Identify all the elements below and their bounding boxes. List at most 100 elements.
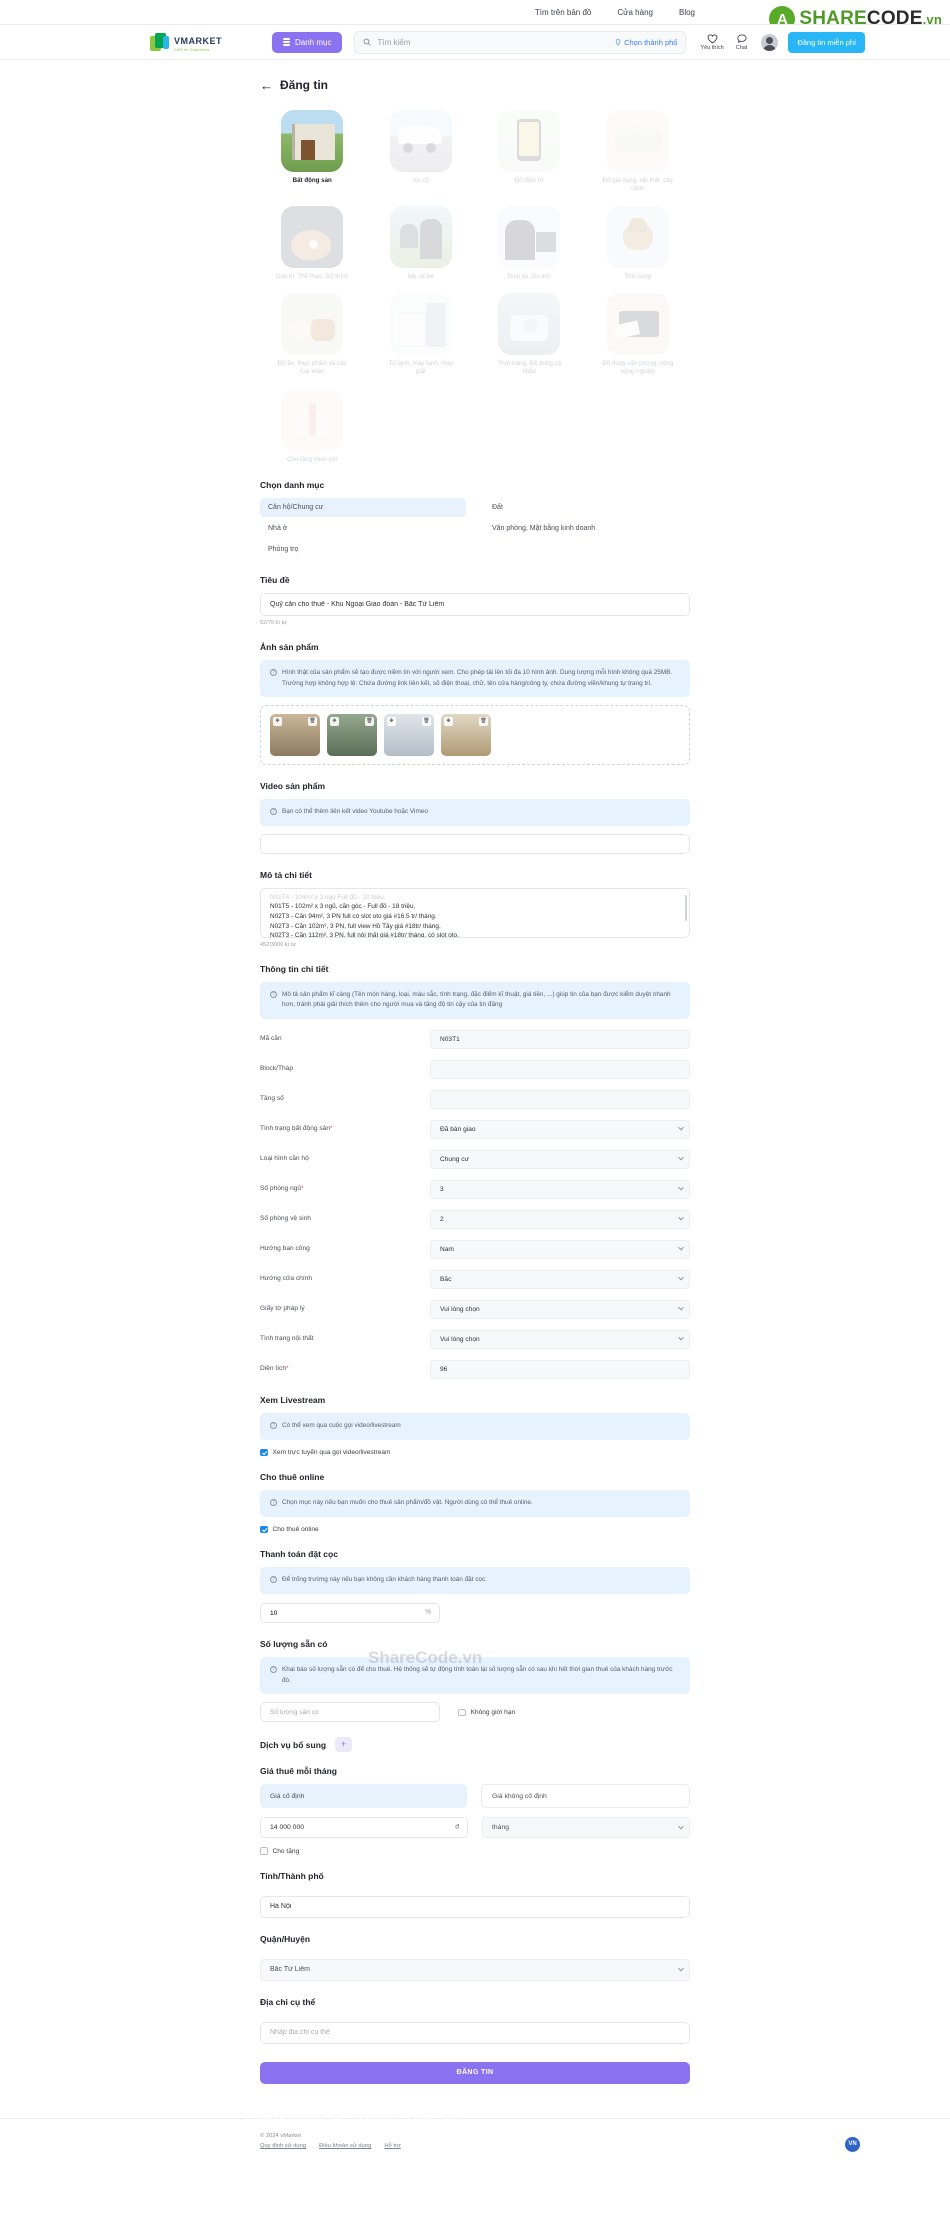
- choose-category-heading: Chọn danh mục: [260, 480, 325, 491]
- ad-title-input[interactable]: [260, 593, 690, 617]
- video-link-input[interactable]: [260, 833, 690, 854]
- footer-link-quy-dinh[interactable]: Quy định sử dụng: [260, 2143, 306, 2149]
- tinh-trang-bds-select[interactable]: [430, 1119, 690, 1139]
- uploaded-image-thumb[interactable]: ✥ 🗑: [384, 714, 434, 757]
- move-icon[interactable]: ✥: [444, 717, 453, 727]
- move-icon[interactable]: ✥: [330, 717, 339, 727]
- brand-logo[interactable]: VMARKET CMS for Classifieds: [150, 32, 260, 53]
- avatar[interactable]: [761, 33, 779, 51]
- category-tile-do-dung-van-phong[interactable]: Đồ dùng văn phòng, công nông nghiệp: [591, 293, 686, 377]
- address-input[interactable]: [260, 2021, 690, 2044]
- info-icon: ?: [270, 1499, 277, 1507]
- field-row-huong-ban-cong: Hướng ban công: [260, 1238, 690, 1259]
- dien-tich-input[interactable]: [430, 1359, 690, 1379]
- favorites-button[interactable]: Yêu thích: [700, 34, 724, 51]
- top-nav-link-blog[interactable]: Blog: [679, 8, 695, 17]
- footer-link-ho-tro[interactable]: Hỗ trợ: [384, 2143, 400, 2149]
- trash-icon[interactable]: 🗑: [479, 717, 488, 727]
- district-select[interactable]: [260, 1958, 690, 1981]
- category-tile-dich-vu-du-lich[interactable]: Dịch vụ, Du lịch: [482, 205, 577, 281]
- category-option-van-phong[interactable]: Văn phòng, Mặt bằng kinh doanh: [484, 519, 690, 538]
- category-tile-thoi-trang[interactable]: Thời trang, Đồ dùng cá nhân: [482, 293, 577, 377]
- category-tile-thu-cung[interactable]: Thú cưng: [591, 205, 686, 281]
- category-tile-giai-tri[interactable]: Giải trí, Thể thao, Sở thích: [265, 205, 360, 281]
- category-thumb: [389, 293, 452, 356]
- category-thumb: [389, 205, 452, 268]
- price-type-tabs: Giá cố định Giá không cố định: [260, 1784, 690, 1809]
- price-tab-fixed[interactable]: Giá cố định: [260, 1784, 467, 1809]
- image-upload-strip[interactable]: ✥ 🗑 ✥ 🗑 ✥ 🗑 ✥ 🗑: [260, 705, 690, 766]
- video-heading: Video sản phẩm: [260, 781, 326, 792]
- move-icon[interactable]: ✥: [387, 717, 396, 727]
- description-heading: Mô tả chi tiết: [260, 869, 312, 880]
- city-picker[interactable]: Chọn thành phố: [615, 38, 677, 47]
- giay-to-phap-ly-select[interactable]: [430, 1299, 690, 1319]
- quantity-input[interactable]: [260, 1702, 440, 1723]
- livestream-checkbox-row[interactable]: Xem trực tuyến qua gọi video/livestream: [260, 1448, 690, 1457]
- gift-checkbox-row[interactable]: Cho tặng: [260, 1847, 690, 1855]
- unlimited-checkbox-row[interactable]: Không giới hạn: [458, 1708, 515, 1717]
- submit-post-button[interactable]: ĐĂNG TIN: [260, 2061, 690, 2084]
- search-input[interactable]: Tìm kiếm: [377, 38, 609, 47]
- category-option-phong-tro[interactable]: Phòng trọ: [260, 540, 466, 559]
- back-arrow-icon[interactable]: ←: [260, 79, 273, 92]
- gift-checkbox[interactable]: [260, 1847, 268, 1855]
- description-textarea[interactable]: N01T4 - 104m² x 3 ngủ Full đồ - 20 triệu…: [260, 887, 690, 938]
- category-tile-me-va-be[interactable]: Mẹ và bé: [374, 205, 469, 281]
- category-thumb: [281, 388, 344, 451]
- rent-online-checkbox-row[interactable]: Cho thuê online: [260, 1525, 690, 1534]
- deposit-percent-input[interactable]: [260, 1603, 440, 1624]
- rent-online-checkbox[interactable]: [260, 1525, 268, 1534]
- category-menu-label: Danh mục: [295, 37, 332, 47]
- huong-cua-chinh-select[interactable]: [430, 1269, 690, 1289]
- ma-can-input[interactable]: [430, 1029, 690, 1049]
- livestream-checkbox[interactable]: [260, 1448, 268, 1457]
- trash-icon[interactable]: 🗑: [365, 717, 374, 727]
- huong-ban-cong-select[interactable]: [430, 1239, 690, 1259]
- description-scrollbar[interactable]: [684, 894, 687, 921]
- video-note-text: Bạn có thể thêm liên kết video Youtube h…: [282, 808, 428, 816]
- unlimited-checkbox[interactable]: [458, 1708, 466, 1717]
- so-phong-ve-sinh-select[interactable]: [430, 1209, 690, 1229]
- category-tile-xe-co[interactable]: Xe cộ: [374, 110, 469, 194]
- tang-so-input[interactable]: [430, 1089, 690, 1109]
- top-nav-link-map[interactable]: Tìm trên bản đồ: [535, 8, 591, 17]
- top-nav-link-store[interactable]: Cửa hàng: [617, 8, 653, 17]
- uploaded-image-thumb[interactable]: ✥ 🗑: [441, 714, 491, 757]
- so-phong-ngu-select[interactable]: [430, 1179, 690, 1199]
- category-tile-do-gia-dung[interactable]: Đồ gia dụng, nội thất, cây cảnh: [591, 110, 686, 194]
- category-option-can-ho[interactable]: Căn hộ/Chung cư: [260, 498, 466, 518]
- search-box[interactable]: Tìm kiếm Chọn thành phố: [354, 30, 687, 54]
- price-tab-variable[interactable]: Giá không cố định: [481, 1784, 690, 1809]
- province-heading: Tỉnh/Thành phố: [260, 1870, 324, 1881]
- province-input[interactable]: [260, 1895, 690, 1918]
- category-tile-do-dien-tu[interactable]: Đồ điện tử: [482, 110, 577, 194]
- field-label: Diện tích*: [260, 1364, 289, 1372]
- category-menu-button[interactable]: Danh mục: [272, 31, 343, 53]
- post-free-ad-button[interactable]: Đăng tin miễn phí: [788, 31, 866, 53]
- category-tile-cho-tang-mien-phi[interactable]: Cho tặng miễn phí: [265, 388, 360, 464]
- field-label: Loại hình căn hộ: [260, 1154, 309, 1162]
- category-option-dat[interactable]: Đất: [484, 498, 690, 517]
- move-icon[interactable]: ✥: [273, 717, 282, 727]
- description-line: N01T5 - 102m² x 3 ngủ, căn góc - Full đồ…: [270, 903, 416, 911]
- favorites-label: Yêu thích: [700, 44, 724, 51]
- category-tile-bat-dong-san[interactable]: Bất động sản: [265, 110, 360, 194]
- uploaded-image-thumb[interactable]: ✥ 🗑: [327, 714, 377, 757]
- trash-icon[interactable]: 🗑: [422, 717, 431, 727]
- loai-hinh-can-ho-select[interactable]: [430, 1149, 690, 1169]
- price-amount-input[interactable]: [260, 1817, 468, 1839]
- trash-icon[interactable]: 🗑: [308, 717, 317, 727]
- category-tile-do-an[interactable]: Đồ ăn, thực phẩm và các loại khác: [265, 293, 360, 377]
- tinh-trang-noi-that-select[interactable]: [430, 1329, 690, 1349]
- category-tile-tu-lanh[interactable]: Tủ lạnh, máy lạnh, máy giặt: [374, 293, 469, 377]
- chat-button[interactable]: Chat: [736, 33, 747, 51]
- category-option-nha-o[interactable]: Nhà ở: [260, 519, 466, 538]
- uploaded-image-thumb[interactable]: ✥ 🗑: [270, 714, 320, 757]
- block-thap-input[interactable]: [430, 1059, 690, 1079]
- city-picker-label: Chọn thành phố: [624, 37, 678, 47]
- footer-copyright: © 2024 vMarket: [260, 2132, 302, 2139]
- plus-icon[interactable]: +: [335, 1737, 353, 1753]
- price-period-select[interactable]: [482, 1817, 690, 1839]
- footer-link-dieu-khoan[interactable]: Điều khoản sử dụng: [319, 2143, 371, 2149]
